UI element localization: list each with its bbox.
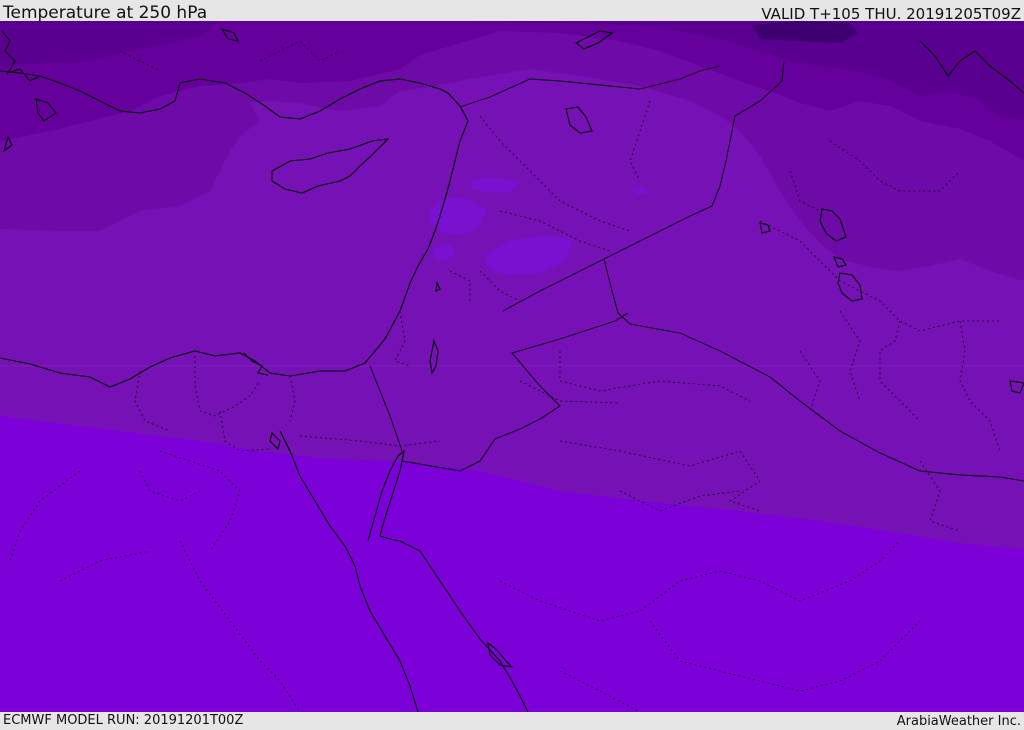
model-run-label: ECMWF MODEL RUN: 20191201T00Z [3,713,244,728]
header-bar: Temperature at 250 hPa VALID T+105 THU. … [0,0,1024,23]
weather-map[interactable] [0,21,1024,712]
credit-label: ArabiaWeather Inc. [896,714,1021,729]
footer-bar: ECMWF MODEL RUN: 20191201T00Z ArabiaWeat… [0,712,1024,729]
map-title: Temperature at 250 hPa [3,3,208,23]
